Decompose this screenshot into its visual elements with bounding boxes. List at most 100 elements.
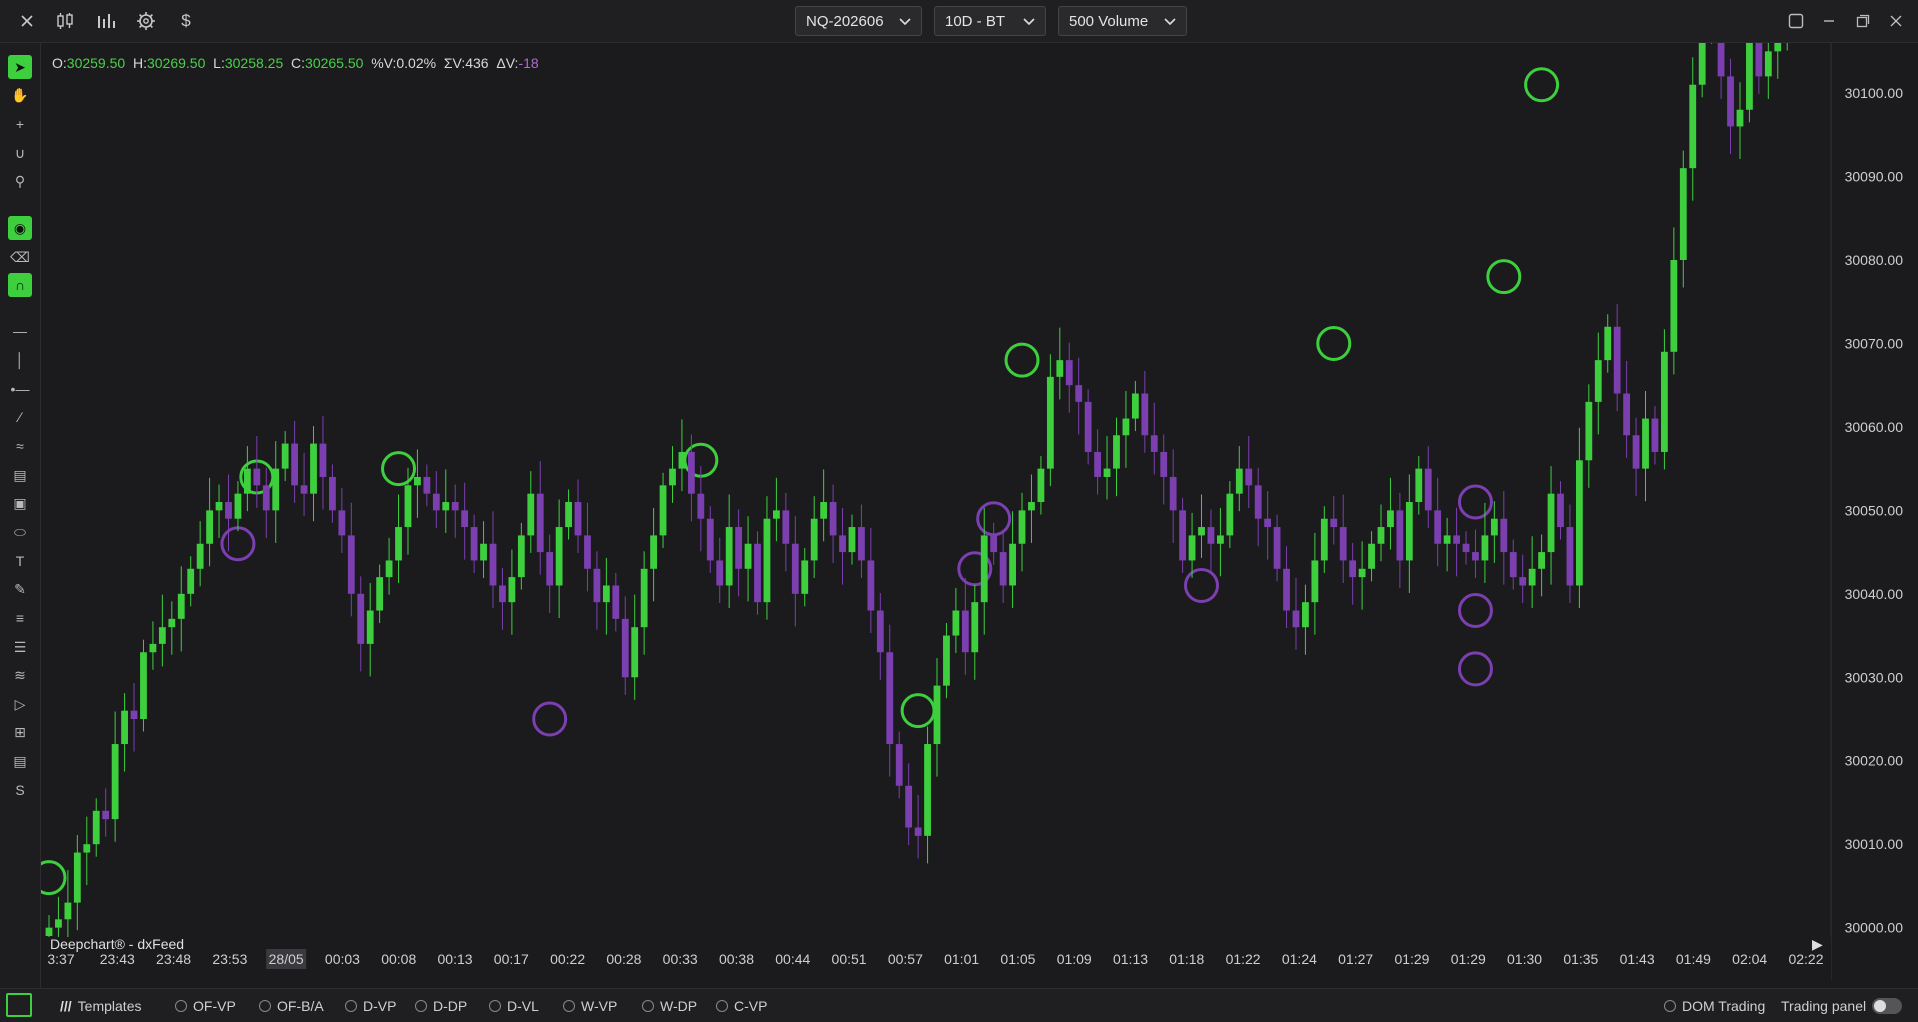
ruler-icon[interactable]: ▤ [8, 463, 32, 487]
list-icon[interactable]: ☰ [8, 635, 32, 659]
eye-icon[interactable]: ◉ [8, 216, 32, 240]
candle [187, 556, 195, 607]
trend-line-icon[interactable]: ∕ [8, 405, 32, 429]
candle [1443, 517, 1451, 572]
magnet-icon[interactable]: ∩ [8, 273, 32, 297]
symbol-dropdown[interactable]: NQ-202606 [795, 6, 922, 36]
gear-icon[interactable] [133, 8, 159, 34]
dom-trading-radio[interactable] [1664, 999, 1676, 1012]
candle [1094, 429, 1101, 495]
candle-body [281, 443, 289, 469]
study-radio[interactable] [415, 999, 427, 1012]
price-axis[interactable]: 30100.00 30090.00 30080.00 30070.00 30060.00… [1830, 43, 1918, 980]
vertical-line-icon[interactable]: │ [8, 348, 32, 372]
sell-imbalance-marker[interactable] [1184, 567, 1220, 603]
buy-imbalance-marker[interactable] [900, 693, 936, 729]
study-radio[interactable] [716, 999, 728, 1012]
high-label: H: [132, 55, 147, 71]
candle [1037, 456, 1045, 515]
study-label: OF-VP [193, 997, 236, 1014]
bar-chart-icon[interactable] [93, 8, 119, 34]
candle [933, 658, 941, 777]
lines-icon[interactable]: ≡ [8, 606, 32, 630]
ray-icon[interactable]: •— [8, 377, 32, 401]
candle [621, 596, 629, 695]
study-radio[interactable] [563, 999, 575, 1012]
rectangle-icon[interactable]: ▣ [8, 491, 32, 515]
pencil-icon[interactable]: ✎ [8, 577, 32, 601]
dollar-doc-icon[interactable]: ▤ [8, 749, 32, 773]
layout-icon[interactable] [6, 993, 32, 1017]
maximize-icon[interactable] [1851, 9, 1875, 33]
study-toggle-of-b-a[interactable]: OF-B/A [259, 989, 324, 1022]
dollar-sign-icon[interactable]: S [8, 778, 32, 802]
study-toggle-d-dp[interactable]: D-DP [415, 989, 467, 1022]
sell-imbalance-marker[interactable] [220, 526, 256, 562]
bar-type-dropdown[interactable]: 500 Volume [1058, 6, 1187, 36]
text-icon[interactable]: T [8, 549, 32, 573]
study-toggle-of-vp[interactable]: OF-VP [175, 989, 236, 1022]
candle-body [990, 535, 998, 553]
templates-button[interactable]: /// Templates [60, 989, 141, 1022]
study-toggle-w-vp[interactable]: W-VP [563, 989, 617, 1022]
path-icon[interactable]: ≈ [8, 434, 32, 458]
dom-trading-toggle[interactable]: DOM Trading [1664, 989, 1765, 1022]
trading-panel-switch[interactable] [1872, 997, 1903, 1014]
hand-icon[interactable]: ✋ [8, 83, 32, 107]
time-axis[interactable]: 3:37 23:43 23:48 23:53 28/05 00:03 00:08 00:13 0… [41, 937, 1831, 980]
fib-icon[interactable]: ≋ [8, 663, 32, 687]
candle-body [593, 568, 601, 603]
candle-body [1547, 493, 1555, 553]
horizontal-line-icon[interactable]: — [8, 319, 32, 343]
study-label: D-DP [433, 997, 468, 1014]
buy-imbalance-marker[interactable] [1524, 67, 1560, 103]
buy-imbalance-marker[interactable] [381, 451, 417, 487]
dollar-icon[interactable]: $ [173, 8, 199, 34]
cursor-icon[interactable]: ➤ [8, 55, 32, 79]
sell-imbalance-marker[interactable] [1457, 651, 1493, 687]
buy-imbalance-marker[interactable] [41, 860, 67, 896]
study-toggle-c-vp[interactable]: C-VP [716, 989, 767, 1022]
magnet-cursor-icon[interactable]: ∪ [8, 141, 32, 165]
settings-lines-icon[interactable]: ⊞ [8, 720, 32, 744]
candle [423, 464, 431, 507]
play-tool-icon[interactable]: ▷ [8, 692, 32, 716]
candle-body [1122, 418, 1130, 436]
candle-body [1387, 510, 1394, 528]
candle [971, 584, 979, 680]
study-toggle-d-vp[interactable]: D-VP [345, 989, 396, 1022]
study-radio[interactable] [175, 999, 187, 1012]
time-tick-label: 23:53 [212, 951, 247, 967]
study-toggle-w-dp[interactable]: W-DP [642, 989, 697, 1022]
candle-body [1330, 518, 1338, 528]
study-radio[interactable] [345, 999, 357, 1012]
price-chart[interactable]: 30100.00 30090.00 30080.00 30070.00 30060.00… [41, 43, 1918, 980]
scroll-right-icon[interactable]: ▶ [1812, 936, 1823, 953]
study-radio[interactable] [489, 999, 501, 1012]
zoom-icon[interactable]: ⚲ [8, 169, 32, 193]
trading-panel-toggle[interactable]: Trading panel [1781, 989, 1903, 1022]
minimize-icon[interactable] [1817, 9, 1841, 33]
candle [1273, 514, 1281, 582]
crosshair-icon[interactable]: + [8, 112, 32, 136]
restore-layout-icon[interactable] [1784, 9, 1808, 33]
sell-imbalance-marker[interactable] [1457, 593, 1493, 629]
sell-imbalance-marker[interactable] [1457, 484, 1493, 520]
buy-imbalance-marker[interactable] [1486, 259, 1522, 295]
candle [1500, 491, 1508, 585]
sell-imbalance-marker[interactable] [532, 701, 568, 737]
window-close-icon[interactable] [1884, 9, 1908, 33]
eraser-icon[interactable]: ⌫ [8, 245, 32, 269]
ellipse-icon[interactable]: ⬭ [8, 520, 32, 544]
candle-body [858, 527, 865, 561]
study-toggle-d-vl[interactable]: D-VL [489, 989, 539, 1022]
candle-body [640, 568, 648, 628]
close-icon[interactable] [14, 8, 40, 34]
study-radio[interactable] [642, 999, 654, 1012]
candle-body [971, 602, 979, 653]
study-radio[interactable] [259, 999, 271, 1012]
timeframe-dropdown[interactable]: 10D - BT [934, 6, 1046, 36]
buy-imbalance-marker[interactable] [1004, 342, 1040, 378]
buy-imbalance-marker[interactable] [1316, 325, 1352, 361]
candlestick-icon[interactable] [52, 8, 78, 34]
